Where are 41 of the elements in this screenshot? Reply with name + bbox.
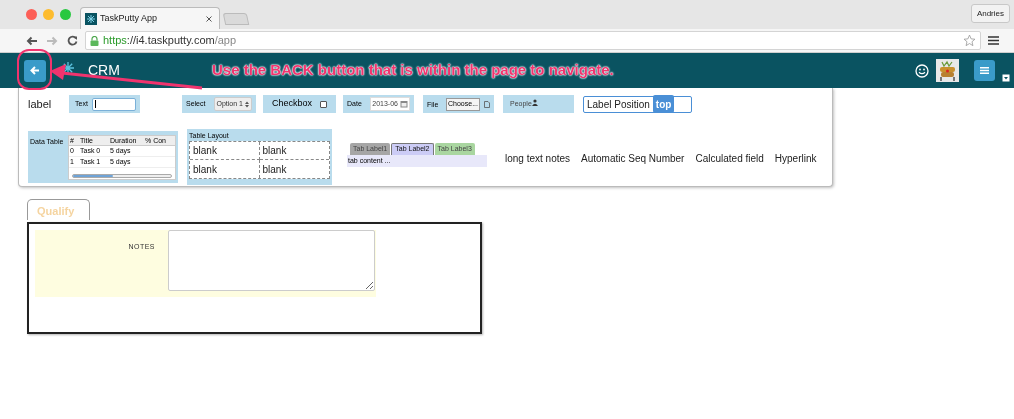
- close-window-button[interactable]: [26, 9, 37, 20]
- close-tab-icon[interactable]: [206, 15, 212, 22]
- file-icon: [484, 100, 490, 108]
- layout-cell-text: blank: [261, 162, 288, 177]
- app-logo-icon: [62, 61, 74, 74]
- dropdown-caret-icon[interactable]: [1002, 73, 1010, 82]
- address-bar[interactable]: https://i4.taskputty.com/app: [85, 31, 981, 50]
- smiley-icon[interactable]: [915, 63, 929, 78]
- annotation-text: Use the BACK button that is within the page to navigate.: [212, 60, 614, 80]
- menu-icon[interactable]: [988, 36, 999, 45]
- tab-title: TaskPutty App: [100, 11, 158, 25]
- text-input[interactable]: [92, 97, 136, 111]
- menu-button[interactable]: [974, 60, 995, 81]
- horizontal-scrollbar[interactable]: [72, 174, 172, 178]
- back-button[interactable]: [24, 59, 46, 82]
- field-label: long text notes: [505, 152, 571, 166]
- field-label: Checkbox: [272, 97, 312, 111]
- layout-cell: blank: [190, 160, 260, 178]
- layout-cell: blank: [190, 142, 260, 160]
- field-label: Automatic Seq Number: [581, 152, 685, 166]
- up-down-arrows-icon: [245, 100, 249, 108]
- bookmark-star-icon[interactable]: [963, 34, 976, 47]
- layout-cell: blank: [259, 142, 329, 160]
- reload-icon[interactable]: [67, 35, 78, 46]
- menu-icon: [980, 67, 989, 74]
- field-label: Hyperlink: [774, 152, 817, 166]
- app-logo-icon: [85, 12, 97, 25]
- field-label: Calculated field: [695, 152, 764, 166]
- lock-icon: [90, 35, 99, 46]
- url-text: https://i4.taskputty.com/app: [103, 33, 237, 49]
- profile-button[interactable]: Andries: [970, 4, 1010, 23]
- back-arrow-icon[interactable]: [26, 35, 38, 46]
- browser-tab[interactable]: TaskPutty App: [80, 7, 220, 29]
- back-arrow-icon: [30, 66, 40, 75]
- person-icon: [531, 99, 538, 106]
- calendar-icon: [400, 100, 408, 108]
- label-position-control[interactable]: Label Position top: [583, 95, 692, 113]
- field-label: Label Position: [586, 97, 651, 112]
- app-title: CRM: [88, 61, 120, 80]
- field-label: label: [28, 96, 52, 112]
- checkbox[interactable]: [320, 100, 327, 108]
